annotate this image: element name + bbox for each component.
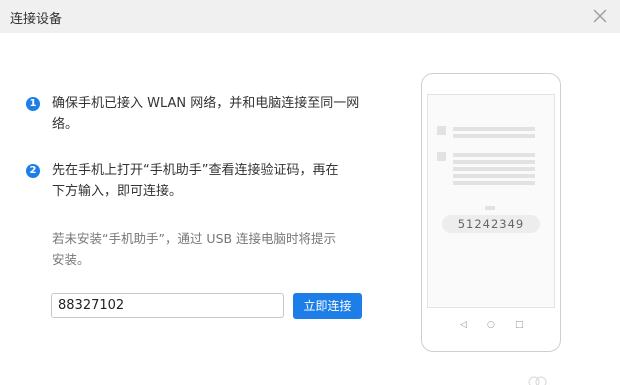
step-2-badge: 2 [26,164,40,178]
placeholder-line [453,181,535,185]
close-icon[interactable] [590,6,610,26]
placeholder-line [453,174,535,178]
decorative-rings-icon [528,376,547,385]
step-1-badge: 1 [26,97,40,111]
step-2-text: 先在手机上打开“手机助手”查看连接验证码，再在 下方输入，即可连接。 [52,160,338,202]
placeholder-line [453,127,535,131]
placeholder-line [453,134,535,138]
step-1-text: 确保手机已接入 WLAN 网络，并和电脑连接至同一网 络。 [52,93,359,135]
nav-recent-icon: □ [515,320,524,330]
nav-back-icon: ◁ [460,320,467,330]
verification-code-input[interactable]: 88327102 [51,293,284,318]
install-note-line2: 安装。 [52,252,90,267]
install-note-line1: 若未安装“手机助手”，通过 USB 连接电脑时将提示 [52,231,337,246]
placeholder-thumb-1 [437,126,446,135]
title-bar: 连接设备 [0,0,620,33]
step-2-line2: 下方输入，即可连接。 [52,184,183,199]
placeholder-line [453,160,535,164]
nav-home-icon: ○ [487,320,495,330]
connect-now-button[interactable]: 立即连接 [293,293,362,319]
step-1-line1: 确保手机已接入 WLAN 网络，并和电脑连接至同一网 [52,96,360,111]
placeholder-line [453,153,535,157]
placeholder-line [453,167,535,171]
placeholder-thumb-2 [437,152,446,161]
window-title: 连接设备 [10,12,63,27]
step-2-line1: 先在手机上打开“手机助手”查看连接验证码，再在 [52,163,339,178]
phone-verification-code: 51242349 [442,215,540,233]
install-note: 若未安装“手机助手”，通过 USB 连接电脑时将提示 安装。 [52,228,372,270]
step-1-line2: 络。 [52,117,79,132]
placeholder-dash [485,206,495,210]
